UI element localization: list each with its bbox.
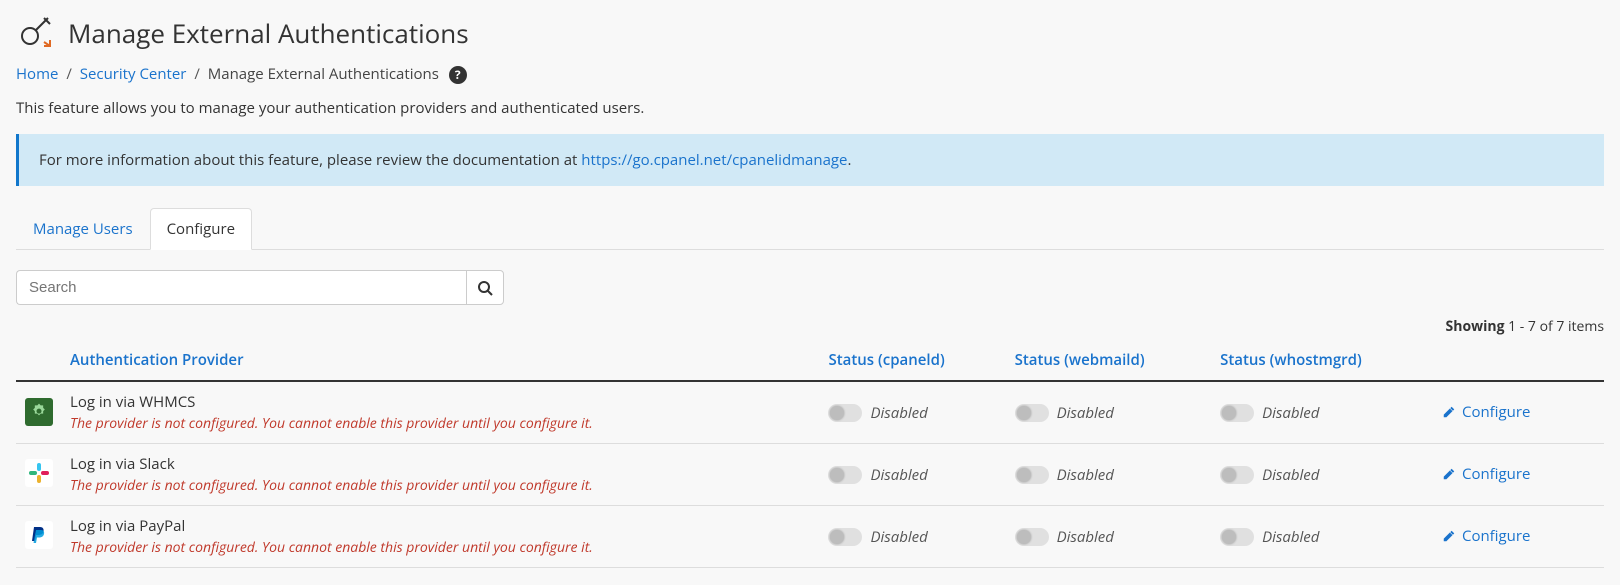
pencil-icon — [1442, 405, 1456, 419]
provider-name: Log in via WHMCS — [70, 392, 812, 412]
toggle-webmaild[interactable] — [1015, 528, 1049, 546]
status-label: Disabled — [1262, 527, 1319, 547]
status-label: Disabled — [1057, 465, 1114, 485]
col-status-webmaild[interactable]: Status (webmaild) — [1007, 340, 1212, 381]
slack-icon — [25, 459, 53, 487]
page-title: Manage External Authentications — [68, 15, 469, 51]
search-input[interactable] — [16, 270, 466, 305]
page-intro: This feature allows you to manage your a… — [16, 98, 1604, 118]
status-label: Disabled — [870, 527, 927, 547]
paypal-icon — [25, 521, 53, 549]
configure-button[interactable]: Configure — [1442, 464, 1530, 484]
toggle-whostmgrd[interactable] — [1220, 404, 1254, 422]
info-callout: For more information about this feature,… — [16, 134, 1604, 186]
callout-suffix: . — [847, 150, 851, 170]
breadcrumb-home[interactable]: Home — [16, 64, 58, 84]
col-provider[interactable]: Authentication Provider — [62, 340, 820, 381]
configure-button[interactable]: Configure — [1442, 526, 1530, 546]
provider-name: Log in via Slack — [70, 454, 812, 474]
status-label: Disabled — [870, 403, 927, 423]
tab-configure[interactable]: Configure — [150, 208, 252, 250]
toggle-whostmgrd[interactable] — [1220, 528, 1254, 546]
search-icon — [477, 280, 493, 296]
table-row: Log in via Slack The provider is not con… — [16, 444, 1604, 506]
status-label: Disabled — [1262, 465, 1319, 485]
search-button[interactable] — [466, 270, 504, 305]
toggle-cpaneld[interactable] — [828, 404, 862, 422]
breadcrumb-current: Manage External Authentications — [208, 64, 439, 84]
status-label: Disabled — [870, 465, 927, 485]
provider-error: The provider is not configured. You cann… — [70, 476, 812, 495]
breadcrumb-security-center[interactable]: Security Center — [80, 64, 187, 84]
toggle-webmaild[interactable] — [1015, 466, 1049, 484]
whmcs-icon — [25, 398, 53, 426]
col-status-cpaneld[interactable]: Status (cpaneld) — [820, 340, 1006, 381]
provider-error: The provider is not configured. You cann… — [70, 414, 812, 433]
col-status-whostmgrd[interactable]: Status (whostmgrd) — [1212, 340, 1434, 381]
toggle-webmaild[interactable] — [1015, 404, 1049, 422]
callout-prefix: For more information about this feature,… — [39, 150, 581, 170]
providers-table: Authentication Provider Status (cpaneld)… — [16, 340, 1604, 568]
status-label: Disabled — [1262, 403, 1319, 423]
tab-bar: Manage Users Configure — [16, 208, 1604, 250]
status-label: Disabled — [1057, 527, 1114, 547]
configure-button[interactable]: Configure — [1442, 402, 1530, 422]
callout-link[interactable]: https://go.cpanel.net/cpanelidmanage — [581, 150, 847, 170]
auth-page-icon — [16, 14, 54, 52]
breadcrumbs: Home / Security Center / Manage External… — [16, 64, 1604, 84]
tab-manage-users[interactable]: Manage Users — [16, 208, 150, 250]
showing-count: Showing 1 - 7 of 7 items — [16, 317, 1604, 336]
pencil-icon — [1442, 467, 1456, 481]
status-label: Disabled — [1057, 403, 1114, 423]
help-icon[interactable]: ? — [449, 66, 467, 84]
toggle-cpaneld[interactable] — [828, 528, 862, 546]
provider-error: The provider is not configured. You cann… — [70, 538, 812, 557]
toggle-whostmgrd[interactable] — [1220, 466, 1254, 484]
provider-name: Log in via PayPal — [70, 516, 812, 536]
table-row: Log in via PayPal The provider is not co… — [16, 506, 1604, 568]
table-row: Log in via WHMCS The provider is not con… — [16, 381, 1604, 444]
toggle-cpaneld[interactable] — [828, 466, 862, 484]
pencil-icon — [1442, 529, 1456, 543]
